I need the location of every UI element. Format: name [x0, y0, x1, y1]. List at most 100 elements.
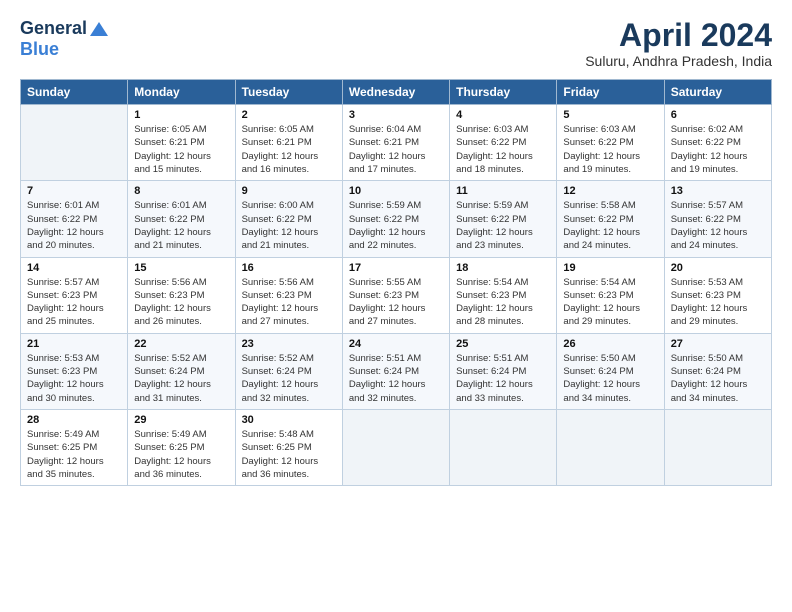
day-number: 11 [456, 185, 550, 197]
calendar-cell: 15 Sunrise: 5:56 AM Sunset: 6:23 PM Dayl… [128, 257, 235, 333]
calendar-cell: 5 Sunrise: 6:03 AM Sunset: 6:22 PM Dayli… [557, 105, 664, 181]
day-info: Sunrise: 5:49 AM Sunset: 6:25 PM Dayligh… [134, 428, 228, 481]
logo-icon [88, 20, 110, 38]
calendar-cell: 21 Sunrise: 5:53 AM Sunset: 6:23 PM Dayl… [21, 333, 128, 409]
calendar-cell: 14 Sunrise: 5:57 AM Sunset: 6:23 PM Dayl… [21, 257, 128, 333]
calendar-week-2: 7 Sunrise: 6:01 AM Sunset: 6:22 PM Dayli… [21, 181, 772, 257]
day-number: 15 [134, 262, 228, 274]
calendar-cell [342, 409, 449, 485]
title-area: April 2024 Suluru, Andhra Pradesh, India [585, 18, 772, 69]
day-info: Sunrise: 5:53 AM Sunset: 6:23 PM Dayligh… [27, 352, 121, 405]
calendar-cell: 7 Sunrise: 6:01 AM Sunset: 6:22 PM Dayli… [21, 181, 128, 257]
day-info: Sunrise: 5:48 AM Sunset: 6:25 PM Dayligh… [242, 428, 336, 481]
day-number: 24 [349, 338, 443, 350]
day-number: 3 [349, 109, 443, 121]
calendar-cell: 11 Sunrise: 5:59 AM Sunset: 6:22 PM Dayl… [450, 181, 557, 257]
day-info: Sunrise: 6:03 AM Sunset: 6:22 PM Dayligh… [456, 123, 550, 176]
day-number: 28 [27, 414, 121, 426]
day-number: 19 [563, 262, 657, 274]
day-number: 12 [563, 185, 657, 197]
calendar-cell: 23 Sunrise: 5:52 AM Sunset: 6:24 PM Dayl… [235, 333, 342, 409]
day-info: Sunrise: 5:55 AM Sunset: 6:23 PM Dayligh… [349, 276, 443, 329]
calendar-cell: 16 Sunrise: 5:56 AM Sunset: 6:23 PM Dayl… [235, 257, 342, 333]
day-number: 10 [349, 185, 443, 197]
calendar-cell: 9 Sunrise: 6:00 AM Sunset: 6:22 PM Dayli… [235, 181, 342, 257]
calendar-week-1: 1 Sunrise: 6:05 AM Sunset: 6:21 PM Dayli… [21, 105, 772, 181]
day-number: 9 [242, 185, 336, 197]
calendar-cell: 3 Sunrise: 6:04 AM Sunset: 6:21 PM Dayli… [342, 105, 449, 181]
day-number: 14 [27, 262, 121, 274]
day-info: Sunrise: 5:50 AM Sunset: 6:24 PM Dayligh… [671, 352, 765, 405]
day-info: Sunrise: 6:02 AM Sunset: 6:22 PM Dayligh… [671, 123, 765, 176]
day-info: Sunrise: 5:54 AM Sunset: 6:23 PM Dayligh… [563, 276, 657, 329]
calendar-cell: 27 Sunrise: 5:50 AM Sunset: 6:24 PM Dayl… [664, 333, 771, 409]
day-info: Sunrise: 5:51 AM Sunset: 6:24 PM Dayligh… [456, 352, 550, 405]
day-info: Sunrise: 6:04 AM Sunset: 6:21 PM Dayligh… [349, 123, 443, 176]
calendar-week-4: 21 Sunrise: 5:53 AM Sunset: 6:23 PM Dayl… [21, 333, 772, 409]
day-number: 13 [671, 185, 765, 197]
calendar-cell: 22 Sunrise: 5:52 AM Sunset: 6:24 PM Dayl… [128, 333, 235, 409]
day-info: Sunrise: 5:54 AM Sunset: 6:23 PM Dayligh… [456, 276, 550, 329]
calendar-cell [664, 409, 771, 485]
calendar-cell: 8 Sunrise: 6:01 AM Sunset: 6:22 PM Dayli… [128, 181, 235, 257]
calendar-cell [21, 105, 128, 181]
day-info: Sunrise: 5:56 AM Sunset: 6:23 PM Dayligh… [242, 276, 336, 329]
day-number: 7 [27, 185, 121, 197]
day-info: Sunrise: 6:01 AM Sunset: 6:22 PM Dayligh… [134, 199, 228, 252]
col-wednesday: Wednesday [342, 80, 449, 105]
day-info: Sunrise: 5:59 AM Sunset: 6:22 PM Dayligh… [456, 199, 550, 252]
calendar-cell [557, 409, 664, 485]
day-number: 8 [134, 185, 228, 197]
month-title: April 2024 [585, 18, 772, 53]
day-number: 17 [349, 262, 443, 274]
day-number: 20 [671, 262, 765, 274]
calendar-cell: 28 Sunrise: 5:49 AM Sunset: 6:25 PM Dayl… [21, 409, 128, 485]
calendar-cell: 30 Sunrise: 5:48 AM Sunset: 6:25 PM Dayl… [235, 409, 342, 485]
calendar-cell: 10 Sunrise: 5:59 AM Sunset: 6:22 PM Dayl… [342, 181, 449, 257]
calendar-cell: 18 Sunrise: 5:54 AM Sunset: 6:23 PM Dayl… [450, 257, 557, 333]
calendar-header: Sunday Monday Tuesday Wednesday Thursday… [21, 80, 772, 105]
logo-blue: Blue [20, 39, 59, 60]
day-number: 6 [671, 109, 765, 121]
calendar-cell: 17 Sunrise: 5:55 AM Sunset: 6:23 PM Dayl… [342, 257, 449, 333]
day-info: Sunrise: 5:52 AM Sunset: 6:24 PM Dayligh… [242, 352, 336, 405]
col-saturday: Saturday [664, 80, 771, 105]
day-info: Sunrise: 6:05 AM Sunset: 6:21 PM Dayligh… [134, 123, 228, 176]
header: General Blue April 2024 Suluru, Andhra P… [20, 18, 772, 69]
calendar-cell: 1 Sunrise: 6:05 AM Sunset: 6:21 PM Dayli… [128, 105, 235, 181]
logo-general: General [20, 18, 87, 39]
calendar-body: 1 Sunrise: 6:05 AM Sunset: 6:21 PM Dayli… [21, 105, 772, 486]
calendar-cell: 12 Sunrise: 5:58 AM Sunset: 6:22 PM Dayl… [557, 181, 664, 257]
day-number: 1 [134, 109, 228, 121]
col-friday: Friday [557, 80, 664, 105]
calendar-cell: 29 Sunrise: 5:49 AM Sunset: 6:25 PM Dayl… [128, 409, 235, 485]
day-number: 23 [242, 338, 336, 350]
day-info: Sunrise: 5:57 AM Sunset: 6:23 PM Dayligh… [27, 276, 121, 329]
location: Suluru, Andhra Pradesh, India [585, 53, 772, 69]
calendar-cell: 20 Sunrise: 5:53 AM Sunset: 6:23 PM Dayl… [664, 257, 771, 333]
day-info: Sunrise: 5:49 AM Sunset: 6:25 PM Dayligh… [27, 428, 121, 481]
day-number: 4 [456, 109, 550, 121]
day-number: 27 [671, 338, 765, 350]
day-info: Sunrise: 6:00 AM Sunset: 6:22 PM Dayligh… [242, 199, 336, 252]
day-number: 25 [456, 338, 550, 350]
day-info: Sunrise: 6:01 AM Sunset: 6:22 PM Dayligh… [27, 199, 121, 252]
calendar-week-3: 14 Sunrise: 5:57 AM Sunset: 6:23 PM Dayl… [21, 257, 772, 333]
day-info: Sunrise: 5:58 AM Sunset: 6:22 PM Dayligh… [563, 199, 657, 252]
calendar-cell: 4 Sunrise: 6:03 AM Sunset: 6:22 PM Dayli… [450, 105, 557, 181]
calendar-cell: 2 Sunrise: 6:05 AM Sunset: 6:21 PM Dayli… [235, 105, 342, 181]
calendar-cell [450, 409, 557, 485]
day-info: Sunrise: 5:52 AM Sunset: 6:24 PM Dayligh… [134, 352, 228, 405]
day-number: 22 [134, 338, 228, 350]
day-number: 5 [563, 109, 657, 121]
day-info: Sunrise: 5:57 AM Sunset: 6:22 PM Dayligh… [671, 199, 765, 252]
col-tuesday: Tuesday [235, 80, 342, 105]
day-info: Sunrise: 5:50 AM Sunset: 6:24 PM Dayligh… [563, 352, 657, 405]
day-info: Sunrise: 6:03 AM Sunset: 6:22 PM Dayligh… [563, 123, 657, 176]
day-number: 29 [134, 414, 228, 426]
day-number: 18 [456, 262, 550, 274]
logo: General Blue [20, 18, 111, 60]
day-info: Sunrise: 5:56 AM Sunset: 6:23 PM Dayligh… [134, 276, 228, 329]
day-number: 2 [242, 109, 336, 121]
calendar-cell: 26 Sunrise: 5:50 AM Sunset: 6:24 PM Dayl… [557, 333, 664, 409]
